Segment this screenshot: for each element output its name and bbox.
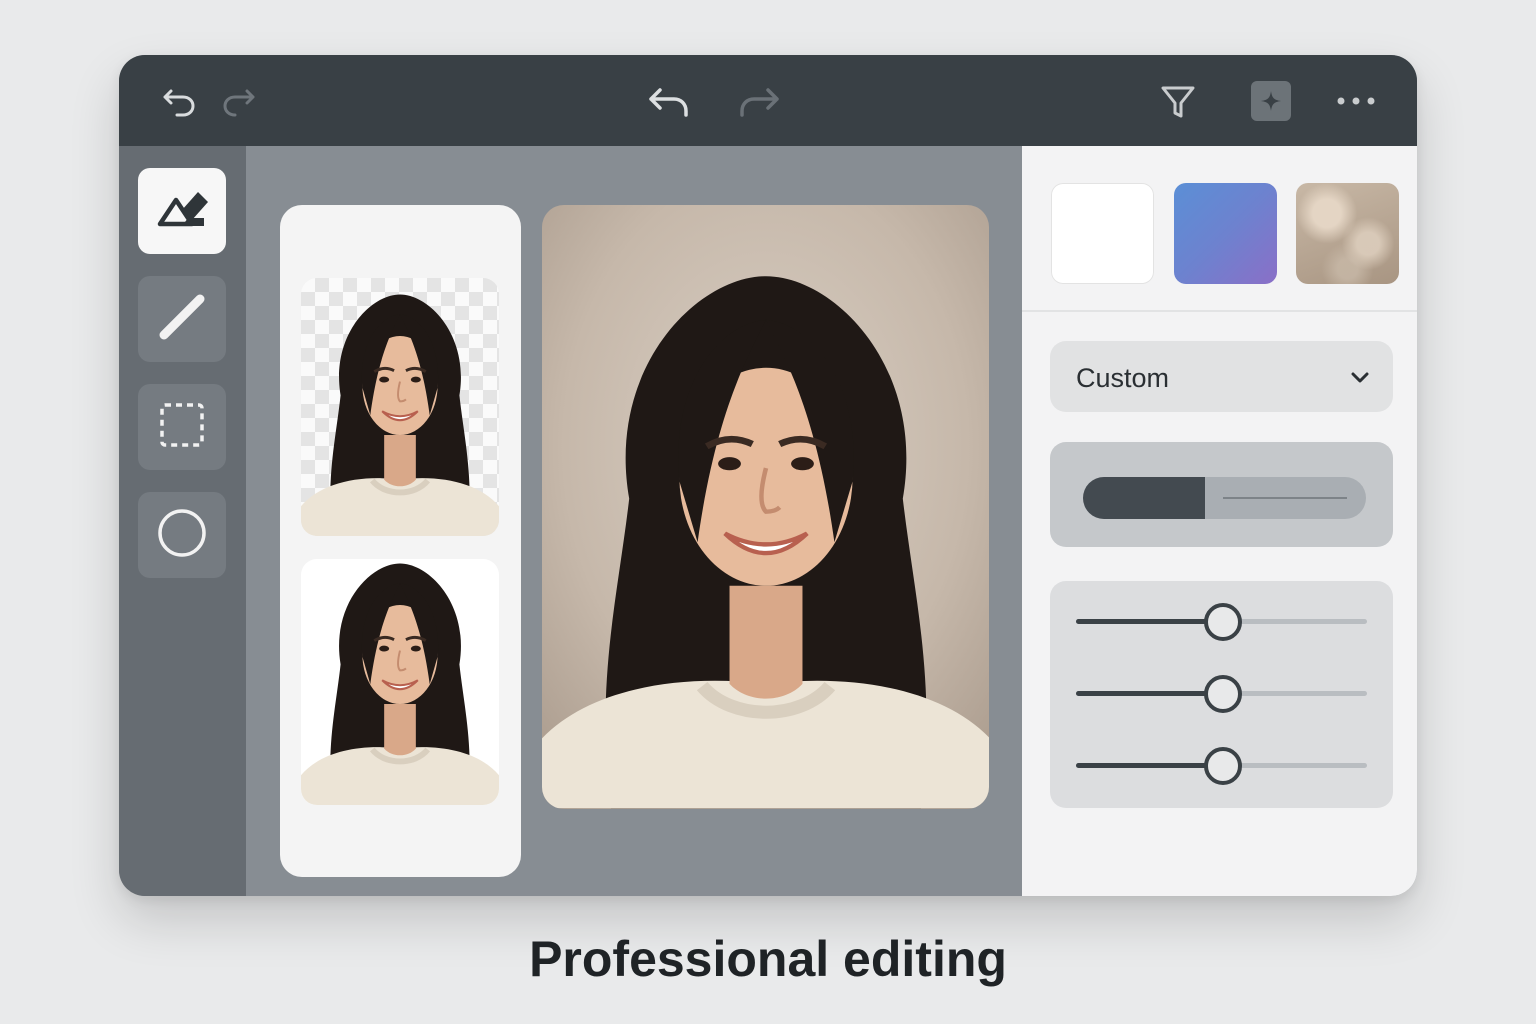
circle-icon: [155, 506, 209, 565]
editing-canvas: [246, 146, 1022, 896]
slider-1[interactable]: [1076, 603, 1367, 641]
ellipse-select-tool[interactable]: [138, 492, 226, 578]
brush-icon: [154, 289, 210, 350]
undo-icon[interactable]: [159, 81, 199, 121]
white-background-swatch[interactable]: [1051, 183, 1154, 284]
undo-icon[interactable]: [645, 79, 691, 125]
brush-tool[interactable]: [138, 276, 226, 362]
bokeh-background-swatch[interactable]: [1296, 183, 1399, 284]
preset-dropdown-value: Custom: [1076, 363, 1170, 393]
marquee-select-tool[interactable]: [138, 384, 226, 470]
slider-3[interactable]: [1076, 747, 1367, 785]
white-background-thumbnail[interactable]: [301, 559, 499, 805]
chevron-down-icon: [1349, 366, 1371, 393]
sparkle-icon[interactable]: [1251, 81, 1291, 121]
slider-knob[interactable]: [1203, 675, 1242, 713]
toggle-fill: [1083, 477, 1205, 519]
tool-sidebar: [119, 146, 246, 896]
sliders-card: [1050, 581, 1393, 808]
panel-divider: [1022, 310, 1417, 312]
main-portrait[interactable]: [542, 205, 989, 809]
filter-icon[interactable]: [1157, 81, 1199, 123]
redo-icon[interactable]: [219, 81, 259, 121]
editor-window: Custom: [119, 55, 1417, 896]
transparent-background-thumbnail[interactable]: [301, 278, 499, 536]
redo-icon[interactable]: [737, 79, 783, 125]
slider-knob[interactable]: [1203, 747, 1242, 785]
more-icon[interactable]: [1335, 85, 1377, 117]
toggle-line: [1223, 497, 1347, 499]
segmented-toggle[interactable]: [1083, 477, 1366, 519]
preset-dropdown[interactable]: Custom: [1050, 341, 1393, 412]
caption: Professional editing: [529, 931, 1007, 987]
gradient-background-swatch[interactable]: [1174, 183, 1277, 284]
slider-2[interactable]: [1076, 675, 1367, 713]
slider-knob[interactable]: [1203, 603, 1242, 641]
eraser-icon: [152, 184, 212, 239]
top-toolbar: [119, 55, 1417, 146]
eraser-tool[interactable]: [138, 168, 226, 254]
toggle-card: [1050, 442, 1393, 547]
thumbnail-strip: [280, 205, 521, 877]
dashed-rectangle-icon: [157, 400, 207, 455]
adjustments-panel: Custom: [1022, 146, 1417, 896]
